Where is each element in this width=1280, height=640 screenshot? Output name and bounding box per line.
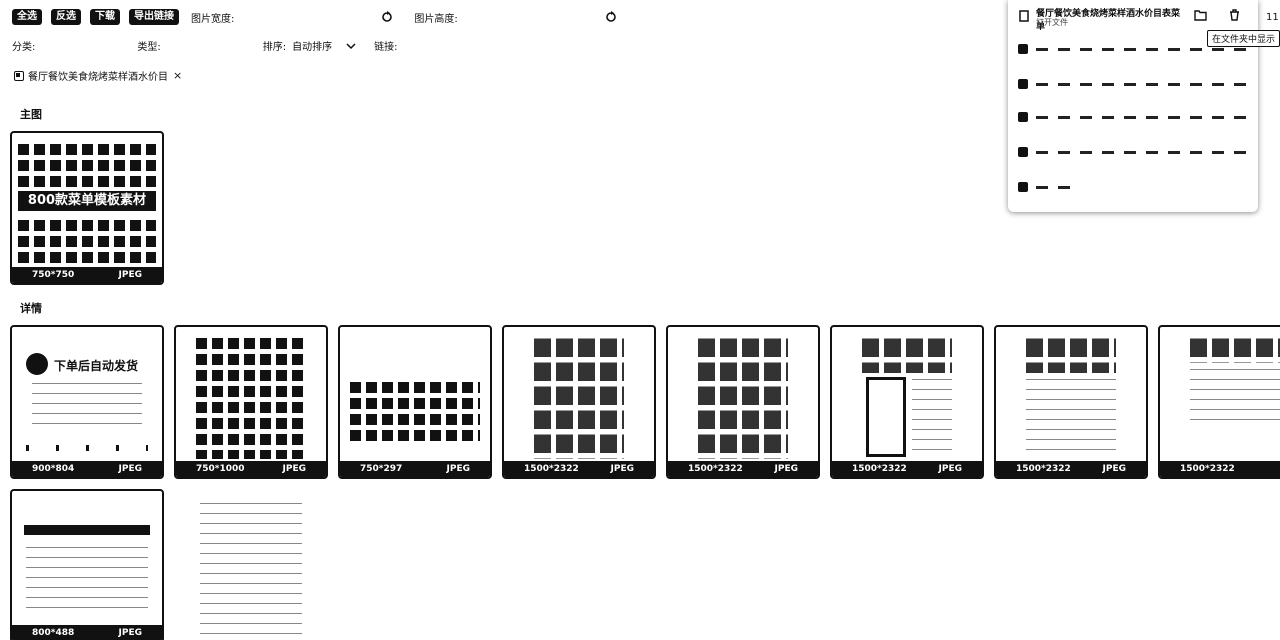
thumbnail — [18, 497, 156, 623]
image-format: JPEG — [282, 464, 306, 474]
image-format: JPEG — [118, 628, 142, 638]
image-size: 800*488 — [32, 628, 75, 638]
image-card[interactable]: 1500*2322 JPEG — [666, 325, 820, 479]
image-card[interactable]: 750*297 JPEG — [338, 325, 492, 479]
image-format: JPEG — [118, 270, 142, 280]
thumbnail-caption: 800款菜单模板素材 — [18, 191, 156, 211]
image-info-bar: 750*750 JPEG — [12, 267, 162, 283]
image-card[interactable]: 1500*2322 JPEG — [994, 325, 1148, 479]
toolbar: 全选 反选 下载 导出链接 图片宽度: 图片高度: — [12, 9, 635, 25]
filter-bar: 分类: 类型: 排序: 自动排序 链接: — [12, 38, 422, 53]
sort-value: 自动排序 — [292, 42, 333, 53]
image-size: 750*1000 — [196, 464, 245, 474]
image-info-bar: 1500*2322 JPEG — [832, 461, 982, 477]
download-button[interactable]: 下载 — [90, 9, 120, 25]
image-card[interactable]: 750*1000 JPEG — [174, 325, 328, 479]
download-item[interactable] — [1018, 77, 1250, 91]
height-label: 图片高度: — [414, 13, 458, 25]
image-info-bar: 1500*2322 JPEG — [668, 461, 818, 477]
image-size: 900*804 — [32, 464, 75, 474]
image-info-bar: 750*297 JPEG — [340, 461, 490, 477]
reset-width-icon[interactable] — [381, 11, 393, 23]
thumbnail — [698, 333, 788, 459]
type-label: 类型: — [137, 42, 161, 53]
thumbnail — [200, 501, 302, 640]
thumbnail-headline: 下单后自动发货 — [54, 359, 139, 373]
file-icon — [1018, 44, 1028, 54]
source-tag-text: 餐厅餐饮美食烧烤菜样酒水价目 — [28, 72, 168, 83]
category-filter[interactable]: 分类: — [12, 38, 119, 53]
image-card[interactable] — [174, 489, 328, 640]
thumbnail: 下单后自动发货 — [18, 333, 156, 459]
image-size: 1500*2322 — [688, 464, 743, 474]
image-card[interactable]: 800款菜单模板素材 750*750 JPEG — [10, 131, 164, 285]
download-item[interactable] — [1018, 145, 1250, 159]
image-size: 1500*2322 — [1180, 464, 1235, 474]
image-size: 1500*2322 — [524, 464, 579, 474]
file-icon — [1019, 10, 1029, 22]
height-input[interactable] — [465, 10, 601, 24]
image-format: JPEG — [118, 464, 142, 474]
export-links-button[interactable]: 导出链接 — [129, 9, 179, 25]
trash-icon[interactable] — [1228, 9, 1241, 21]
file-icon — [1018, 182, 1028, 192]
main-images-heading: 主图 — [20, 108, 42, 121]
image-info-bar: 800*488 JPEG — [12, 625, 162, 640]
image-format: JPEG — [938, 464, 962, 474]
sort-select[interactable]: 排序: 自动排序 — [263, 38, 356, 53]
show-in-folder-tooltip: 在文件夹中显示 — [1207, 30, 1280, 47]
image-card[interactable]: 1500*2322 JPEG — [502, 325, 656, 479]
category-label: 分类: — [12, 42, 36, 53]
thumbnail: 800款菜单模板素材 — [18, 139, 156, 265]
image-card[interactable]: 1500*2322 — [1158, 325, 1280, 479]
source-tag[interactable]: 餐厅餐饮美食烧烤菜样酒水价目 × — [14, 68, 182, 83]
image-format: JPEG — [610, 464, 634, 474]
image-info-bar: 900*804 JPEG — [12, 461, 162, 477]
folder-icon[interactable] — [1194, 9, 1207, 21]
file-icon — [1018, 147, 1028, 157]
image-size: 1500*2322 — [1016, 464, 1071, 474]
download-count: 11 — [1266, 12, 1279, 23]
thumbnail — [196, 333, 306, 459]
image-icon — [14, 70, 24, 81]
image-card[interactable]: 800*488 JPEG — [10, 489, 164, 640]
thumbnail — [1026, 333, 1116, 459]
thumbnail — [534, 333, 624, 459]
type-filter[interactable]: 类型: — [137, 38, 244, 53]
image-format: JPEG — [774, 464, 798, 474]
close-tag-icon[interactable]: × — [173, 69, 182, 82]
thumbnail — [1190, 333, 1280, 459]
file-icon — [1018, 79, 1028, 89]
link-filter[interactable]: 链接: — [374, 38, 403, 53]
select-all-button[interactable]: 全选 — [12, 9, 42, 25]
image-card[interactable]: 1500*2322 JPEG — [830, 325, 984, 479]
width-input[interactable] — [242, 10, 378, 24]
image-info-bar: 750*1000 JPEG — [176, 461, 326, 477]
open-file-link[interactable]: 打开文件 — [1036, 17, 1068, 28]
thumbnail — [862, 333, 952, 459]
detail-images-heading: 详情 — [20, 302, 42, 315]
image-info-bar: 1500*2322 JPEG — [996, 461, 1146, 477]
thumbnail — [346, 333, 484, 459]
reset-height-icon[interactable] — [605, 11, 617, 23]
image-size: 750*297 — [360, 464, 403, 474]
image-format: JPEG — [1102, 464, 1126, 474]
image-size: 750*750 — [32, 270, 75, 280]
image-card[interactable]: 下单后自动发货 900*804 JPEG — [10, 325, 164, 479]
invert-selection-button[interactable]: 反选 — [51, 9, 81, 25]
image-size: 1500*2322 — [852, 464, 907, 474]
image-format: JPEG — [446, 464, 470, 474]
width-label: 图片宽度: — [191, 13, 235, 25]
sort-label: 排序: — [262, 42, 287, 53]
chevron-down-icon — [346, 42, 356, 49]
download-item[interactable] — [1018, 110, 1250, 124]
image-info-bar: 1500*2322 JPEG — [504, 461, 654, 477]
file-icon — [1018, 112, 1028, 122]
link-label: 链接: — [374, 42, 398, 53]
download-item[interactable] — [1018, 180, 1078, 194]
image-info-bar: 1500*2322 — [1160, 461, 1280, 477]
